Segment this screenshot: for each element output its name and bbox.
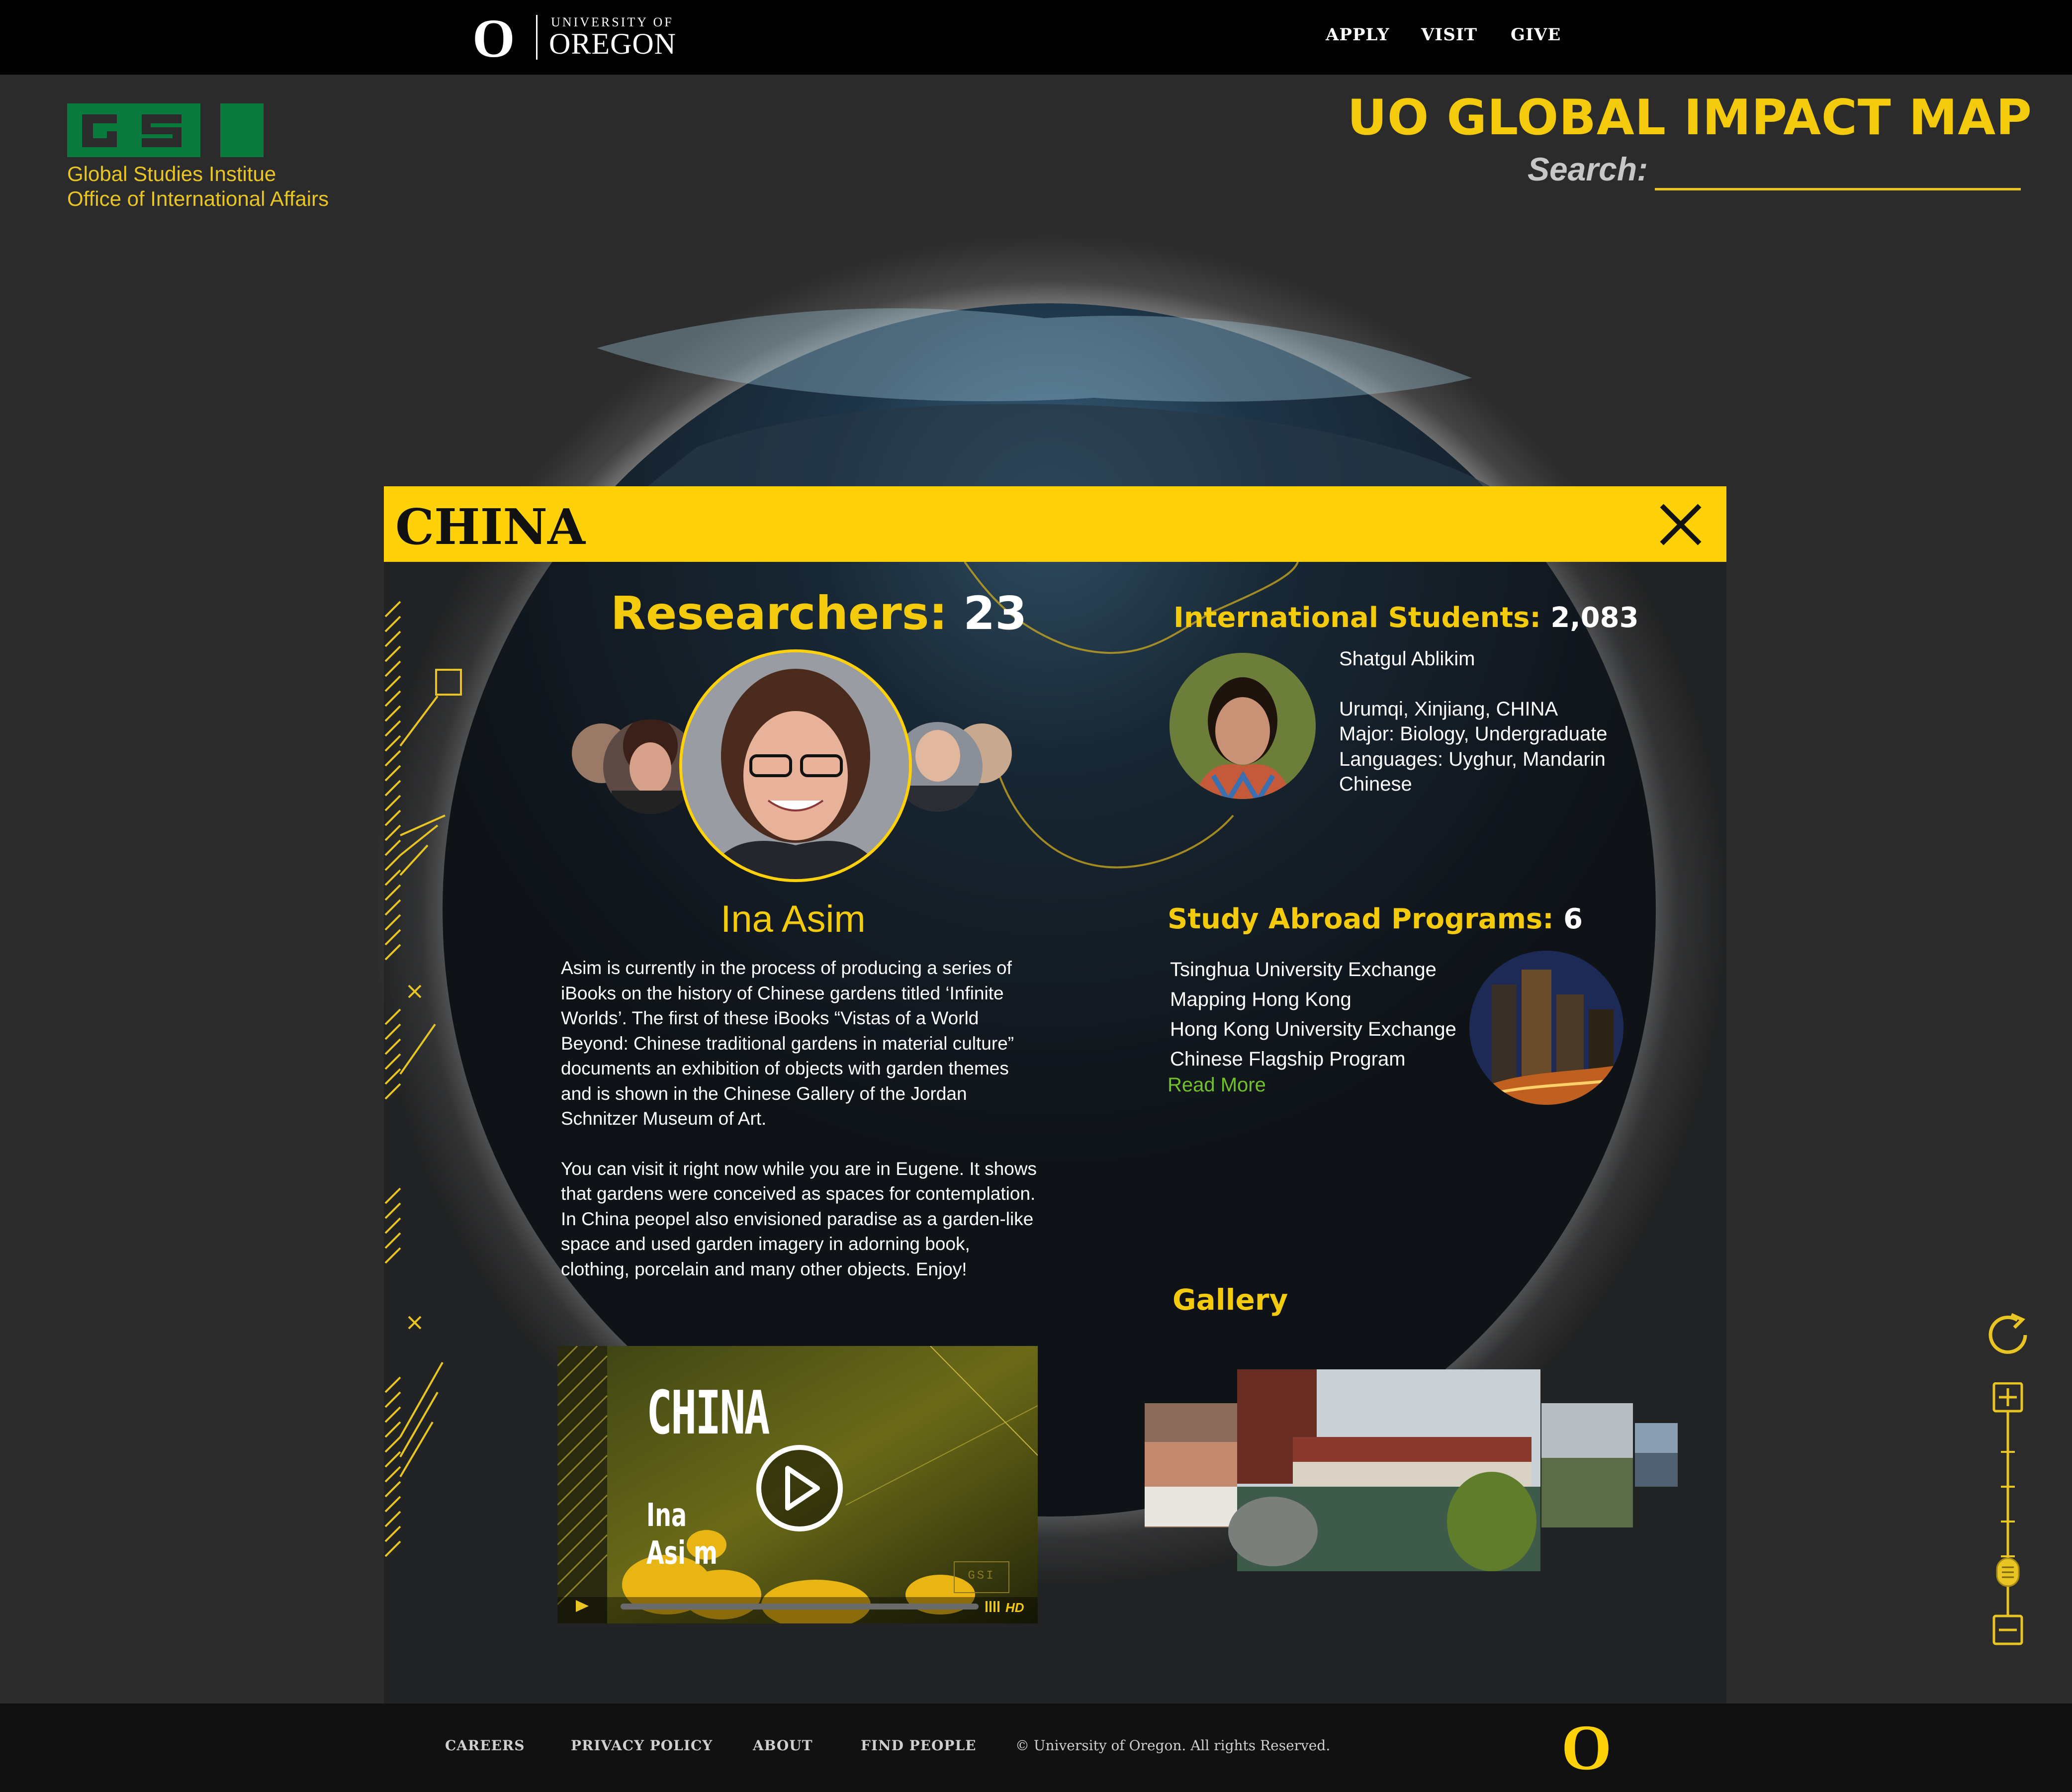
programs-count: 6 [1563, 903, 1583, 935]
researchers-heading: Researchers: 23 [611, 587, 1027, 640]
program-item[interactable]: Chinese Flagship Program [1170, 1044, 1456, 1074]
programs-heading: Study Abroad Programs: 6 [1168, 903, 1583, 935]
page-title: UO GLOBAL IMPACT MAP [1347, 90, 2032, 146]
student-info: Shatgul Ablikim Urumqi, Xinjiang, CHINA … [1339, 646, 1647, 797]
footer-uo-logo[interactable]: O [1561, 1715, 1612, 1780]
video-subtitle-line1: Ina [646, 1497, 687, 1534]
gsi-logo[interactable] [67, 103, 264, 157]
students-heading: International Students: 2,083 [1173, 602, 1639, 634]
student-major: Major: Biology, Undergraduate [1339, 723, 1608, 745]
footer-careers[interactable]: CAREERS [445, 1737, 525, 1754]
video-subtitle-line2: Asi m [646, 1535, 718, 1572]
play-icon[interactable] [755, 1443, 844, 1533]
student-hometown: Urumqi, Xinjiang, CHINA [1339, 698, 1558, 720]
program-list: Tsinghua University Exchange Mapping Hon… [1170, 955, 1456, 1074]
video-hd-toggle[interactable]: HD [1005, 1600, 1024, 1615]
researcher-bio: Asim is currently in the process of prod… [561, 956, 1038, 1307]
program-item[interactable]: Hong Kong University Exchange [1170, 1014, 1456, 1044]
video-play-small-icon[interactable] [567, 1596, 597, 1616]
program-item[interactable]: Mapping Hong Kong [1170, 985, 1456, 1014]
video-title: CHINA [646, 1379, 770, 1448]
student-photo [1170, 653, 1316, 799]
researcher-name[interactable]: Ina Asim [711, 897, 875, 941]
researcher-carousel [572, 649, 1012, 882]
student-languages: Languages: Uyghur, Mandarin Chinese [1339, 748, 1606, 796]
students-count: 2,083 [1550, 602, 1639, 634]
gsi-text: Global Studies Institue Office of Intern… [67, 162, 329, 211]
gallery-heading: Gallery [1172, 1283, 1288, 1317]
volume-icon[interactable] [985, 1599, 1001, 1614]
footer-find-people[interactable]: FIND PEOPLE [861, 1737, 976, 1754]
video-badge: GSI [954, 1561, 1009, 1593]
gsi-line2: Office of International Affairs [67, 187, 329, 210]
footer-copyright: © University of Oregon. All rights Reser… [1015, 1737, 1331, 1754]
bio-paragraph-1: Asim is currently in the process of prod… [561, 958, 1014, 1129]
gallery-carousel [1145, 1369, 1678, 1571]
footer-about[interactable]: ABOUT [753, 1737, 813, 1754]
video-subtitle: Ina Asi m [646, 1497, 718, 1572]
program-photo [1469, 951, 1623, 1105]
programs-label: Study Abroad Programs: [1168, 903, 1554, 935]
footer-privacy-policy[interactable]: PRIVACY POLICY [571, 1737, 713, 1754]
video-progress-bar[interactable] [621, 1604, 979, 1610]
program-item[interactable]: Tsinghua University Exchange [1170, 955, 1456, 985]
student-name[interactable]: Shatgul Ablikim [1339, 646, 1647, 672]
researchers-count: 23 [963, 587, 1027, 640]
refresh-icon[interactable] [1982, 1308, 2036, 1362]
zoom-control[interactable] [1988, 1382, 2028, 1651]
students-label: International Students: [1173, 602, 1541, 634]
bio-paragraph-2: You can visit it right now while you are… [561, 1158, 1037, 1279]
gsi-line1: Global Studies Institue [67, 162, 276, 185]
country-title: CHINA [395, 499, 586, 556]
close-icon[interactable] [1656, 500, 1706, 549]
read-more-link[interactable]: Read More [1168, 1074, 1266, 1096]
search-input[interactable] [1655, 154, 2021, 190]
researchers-label: Researchers: [611, 587, 948, 640]
search-label: Search: [1528, 151, 1648, 187]
